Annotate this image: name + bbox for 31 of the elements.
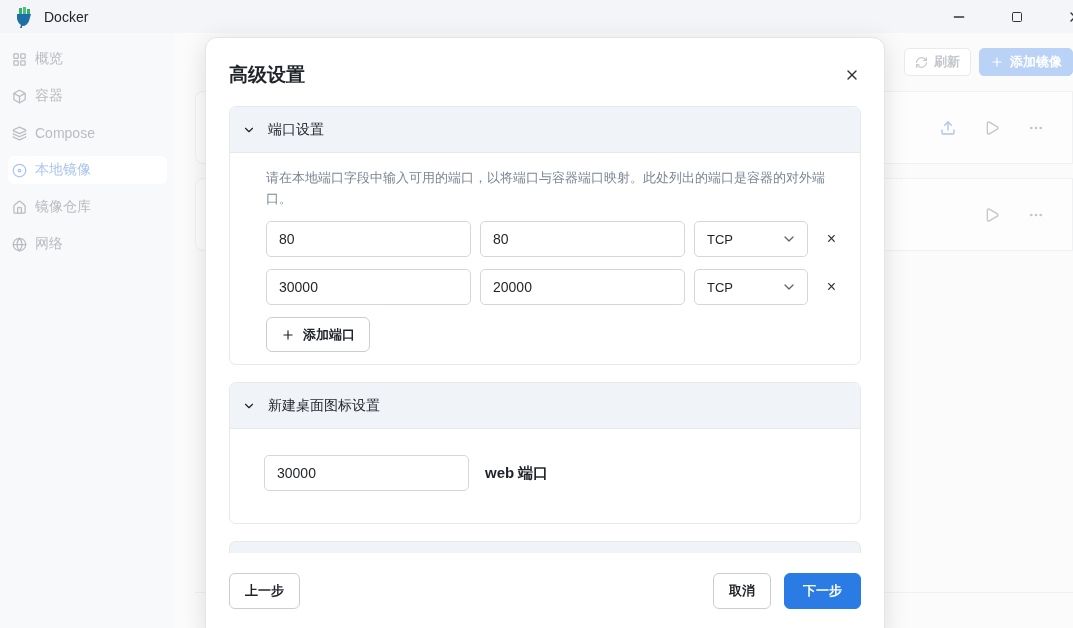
layers-icon [12,125,27,141]
container-port-field[interactable]: 80 [480,221,685,257]
cube-icon [12,88,27,104]
local-port-field[interactable]: 80 [266,221,471,257]
plus-icon [281,327,295,342]
house-icon [12,199,27,215]
add-port-button[interactable]: 添加端口 [266,317,370,352]
refresh-icon [915,55,928,69]
description-text: 请在本地端口字段中输入可用的端口，以将端口与容器端口映射。此处列出的端口是容器的对外端口。 [266,169,826,208]
plus-icon [990,55,1004,69]
remove-button[interactable]: × [826,278,836,296]
web-port-field[interactable]: 30000 [264,455,469,491]
section-header[interactable]: 新建桌面图标设置 [230,383,860,429]
play-icon[interactable] [984,119,1000,136]
play-icon[interactable] [984,206,1000,223]
protocol-select[interactable]: TCP [694,221,808,257]
window-title: Docker [44,8,90,25]
web-port-label: web 端口 [485,463,549,483]
cancel-button[interactable]: 取消 [713,573,771,609]
protocol-select[interactable]: TCP [694,269,808,305]
local-port-field[interactable]: 30000 [266,269,471,305]
back-button[interactable]: 上一步 [229,573,300,609]
section-header[interactable]: 端口设置 [230,107,860,153]
disc-icon [12,162,27,178]
next-button[interactable]: 下一步 [784,573,861,609]
dialog-title: 高级设置 [229,63,305,87]
container-port-field[interactable]: 20000 [480,269,685,305]
remove-button[interactable]: × [826,230,836,248]
grid-icon [12,51,27,67]
upload-icon[interactable] [940,119,956,136]
globe-icon [12,236,27,252]
